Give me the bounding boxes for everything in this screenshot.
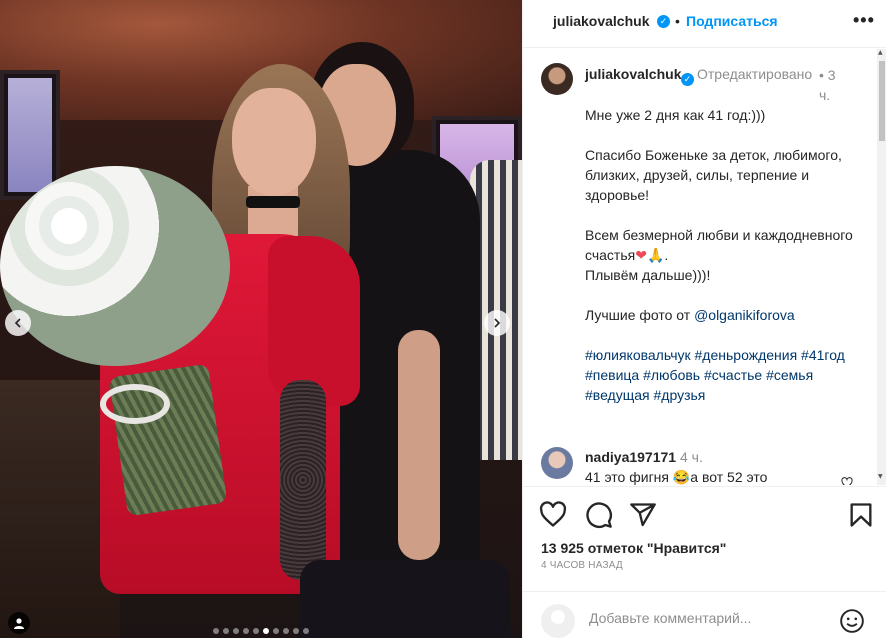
white-rose-bouquet xyxy=(0,166,230,366)
post-header: juliakovalchuk ✓ • Подписаться ••• xyxy=(523,0,886,48)
edited-label: Отредактировано xyxy=(697,65,817,83)
more-options-icon[interactable]: ••• xyxy=(853,10,875,31)
background-screen-left xyxy=(0,70,60,200)
verified-badge-icon: ✓ xyxy=(657,15,670,28)
post-time-ago[interactable]: 4 ЧАСОВ НАЗАД xyxy=(541,560,623,571)
time-dot: • xyxy=(819,67,824,83)
edited-text: Отредактировано xyxy=(697,66,813,82)
caption-username[interactable]: juliakovalchuk xyxy=(585,65,685,83)
save-bookmark-icon[interactable] xyxy=(847,501,875,529)
scroll-down-arrow-icon[interactable]: ▼ xyxy=(878,473,883,480)
like-heart-icon[interactable] xyxy=(539,501,567,529)
share-send-icon[interactable] xyxy=(629,501,657,529)
photo-credit-label: Лучшие фото от xyxy=(585,307,695,323)
author-username[interactable]: juliakovalchuk xyxy=(553,13,649,29)
emoji-smiley-icon[interactable] xyxy=(839,608,865,634)
carousel-indicator xyxy=(0,628,522,634)
carousel-dot xyxy=(303,628,309,634)
comment-text: 41 это фигня 😂а вот 52 это xyxy=(585,469,768,485)
carousel-dot xyxy=(253,628,259,634)
carousel-next-button[interactable] xyxy=(484,310,510,336)
carousel-prev-button[interactable] xyxy=(5,310,31,336)
comment-input[interactable] xyxy=(589,606,829,630)
author-avatar[interactable] xyxy=(541,63,573,95)
carousel-dot xyxy=(233,628,239,634)
commenter-avatar[interactable] xyxy=(541,447,573,479)
carousel-dot xyxy=(243,628,249,634)
chevron-right-icon xyxy=(494,318,501,328)
current-user-avatar xyxy=(541,604,575,638)
caption-line-3: Всем безмерной любви и каждодневного сча… xyxy=(585,227,857,263)
follow-button[interactable]: Подписаться xyxy=(686,13,778,29)
scroll-thumb[interactable] xyxy=(879,61,885,141)
red-puff-sleeve xyxy=(268,236,360,406)
carousel-dot xyxy=(273,628,279,634)
post-actions: 13 925 отметок "Нравится" 4 ЧАСОВ НАЗАД xyxy=(523,486,886,591)
woman-red-face xyxy=(232,88,316,196)
caption-line-3-end: . xyxy=(664,247,669,263)
carousel-dot xyxy=(283,628,289,634)
caption-time: • 3 ч. xyxy=(819,65,849,105)
caption-line-1: Мне уже 2 дня как 41 год:))) xyxy=(585,107,766,123)
pray-emoji-icon: 🙏 xyxy=(646,247,665,263)
heart-emoji-icon: ❤ xyxy=(635,247,647,263)
comment-like-heart-icon[interactable] xyxy=(841,477,853,485)
carousel-dot xyxy=(223,628,229,634)
lace-sleeve xyxy=(280,380,326,580)
caption-text: Мне уже 2 дня как 41 год:))) Спасибо Бож… xyxy=(585,105,865,405)
bouquet-ribbon xyxy=(100,384,170,424)
comments-scrollbar[interactable]: ▲ ▼ xyxy=(877,49,886,485)
commenter-username[interactable]: nadiya197171 xyxy=(585,449,676,465)
comments-section[interactable]: juliakovalchuk ✓ Отредактировано • 3 ч. … xyxy=(523,49,886,485)
add-comment-bar xyxy=(523,591,886,638)
scroll-up-arrow-icon[interactable]: ▲ xyxy=(878,49,883,56)
choker-necklace xyxy=(246,196,300,208)
post-side-panel: juliakovalchuk ✓ • Подписаться ••• julia… xyxy=(522,0,886,638)
chevron-left-icon xyxy=(14,318,21,328)
mention-link[interactable]: @olganikiforova xyxy=(694,307,795,323)
likes-count[interactable]: 13 925 отметок "Нравится" xyxy=(541,540,726,556)
comment-time: 4 ч. xyxy=(680,449,703,465)
caption-line-2: Спасибо Боженьке за деток, любимого, бли… xyxy=(585,147,846,203)
header-separator: • xyxy=(675,13,680,29)
carousel-dot xyxy=(213,628,219,634)
verified-badge-icon: ✓ xyxy=(681,73,694,86)
post-photo[interactable] xyxy=(0,0,522,638)
carousel-dot xyxy=(263,628,269,634)
carousel-dot xyxy=(293,628,299,634)
hashtags[interactable]: #юлияковальчук #деньрождения #41год #пев… xyxy=(585,347,849,403)
woman-black-arm xyxy=(398,330,440,560)
foreground-bag xyxy=(300,560,510,638)
comment-bubble-icon[interactable] xyxy=(585,501,613,529)
caption-line-4: Плывём дальше)))! xyxy=(585,267,711,283)
